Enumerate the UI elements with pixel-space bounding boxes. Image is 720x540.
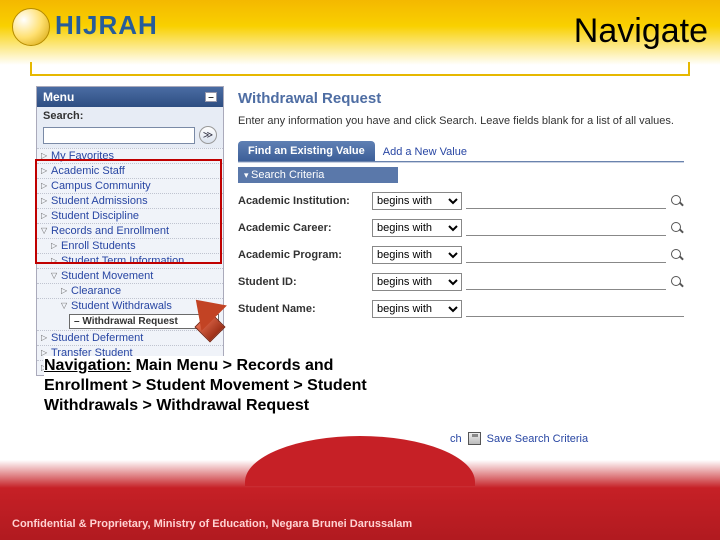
nav-search-input[interactable] <box>43 127 195 144</box>
navigation-prefix: Navigation: <box>44 357 131 374</box>
field-label: Student Name: <box>238 303 368 315</box>
nav-item[interactable]: Academic Staff <box>37 163 223 178</box>
search-field-row: Academic Program: begins with <box>238 246 684 264</box>
lookup-icon[interactable] <box>670 221 684 235</box>
operator-select[interactable]: begins with <box>372 219 462 237</box>
instruction-text: Enter any information you have and click… <box>238 115 684 127</box>
nav-search-input-row: ≫ <box>37 126 223 148</box>
callout-arrow-icon <box>187 296 227 336</box>
operator-select[interactable]: begins with <box>372 300 462 318</box>
operator-select[interactable]: begins with <box>372 192 462 210</box>
tab-strip: Find an Existing Value Add a New Value <box>238 141 684 161</box>
nav-search-label: Search: <box>43 110 83 122</box>
tab-find-existing[interactable]: Find an Existing Value <box>238 141 375 161</box>
nav-item[interactable]: Records and Enrollment <box>37 223 223 238</box>
footer-text: Confidential & Proprietary, Ministry of … <box>12 518 412 530</box>
nav-menu-titlebar: Menu – <box>37 87 223 107</box>
nav-item[interactable]: My Favorites <box>37 148 223 163</box>
lookup-icon[interactable] <box>670 194 684 208</box>
nav-search-row: Search: <box>37 107 223 126</box>
slide-header: HIJRAH Navigate <box>0 0 720 65</box>
value-input[interactable] <box>466 301 684 317</box>
value-input[interactable] <box>466 274 666 290</box>
logo-crest-icon <box>12 8 50 46</box>
footer-curve <box>245 436 475 486</box>
value-input[interactable] <box>466 247 666 263</box>
search-go-icon[interactable]: ≫ <box>199 126 217 144</box>
search-field-row: Student ID: begins with <box>238 273 684 291</box>
navigation-path-text: Navigation: Main Menu > Records and Enro… <box>44 356 374 416</box>
content-area: Withdrawal Request Enter any information… <box>224 86 684 376</box>
save-disk-icon[interactable] <box>468 432 481 445</box>
slide-title: Navigate <box>574 12 708 51</box>
field-label: Academic Career: <box>238 222 368 234</box>
field-label: Academic Program: <box>238 249 368 261</box>
save-search-row: ch Save Search Criteria <box>450 432 588 445</box>
field-label: Student ID: <box>238 276 368 288</box>
operator-select[interactable]: begins with <box>372 273 462 291</box>
nav-item[interactable]: Student Discipline <box>37 208 223 223</box>
value-input[interactable] <box>466 220 666 236</box>
tab-add-new[interactable]: Add a New Value <box>383 146 467 161</box>
minimize-icon[interactable]: – <box>205 92 217 102</box>
nav-item[interactable]: Student Term Information <box>37 253 223 268</box>
application-screenshot: Menu – Search: ≫ My FavoritesAcademic St… <box>36 86 684 376</box>
nav-item[interactable]: Enroll Students <box>37 238 223 253</box>
nav-item[interactable]: Campus Community <box>37 178 223 193</box>
field-label: Academic Institution: <box>238 195 368 207</box>
search-suffix-text: ch <box>450 433 462 445</box>
logo-text: HIJRAH <box>55 10 158 41</box>
save-search-link[interactable]: Save Search Criteria <box>487 433 589 445</box>
search-field-row: Academic Institution: begins with <box>238 192 684 210</box>
nav-menu-title: Menu <box>43 90 74 104</box>
tab-underline <box>238 161 684 163</box>
search-criteria-header[interactable]: Search Criteria <box>238 167 398 183</box>
page-title: Withdrawal Request <box>238 90 684 107</box>
search-field-row: Student Name: begins with <box>238 300 684 318</box>
nav-item[interactable]: Student Admissions <box>37 193 223 208</box>
value-input[interactable] <box>466 193 666 209</box>
search-field-row: Academic Career: begins with <box>238 219 684 237</box>
operator-select[interactable]: begins with <box>372 246 462 264</box>
lookup-icon[interactable] <box>670 275 684 289</box>
lookup-icon[interactable] <box>670 248 684 262</box>
decorative-bracket <box>30 62 690 80</box>
nav-item[interactable]: Student Movement <box>37 268 223 283</box>
slide-footer: Confidential & Proprietary, Ministry of … <box>0 460 720 540</box>
